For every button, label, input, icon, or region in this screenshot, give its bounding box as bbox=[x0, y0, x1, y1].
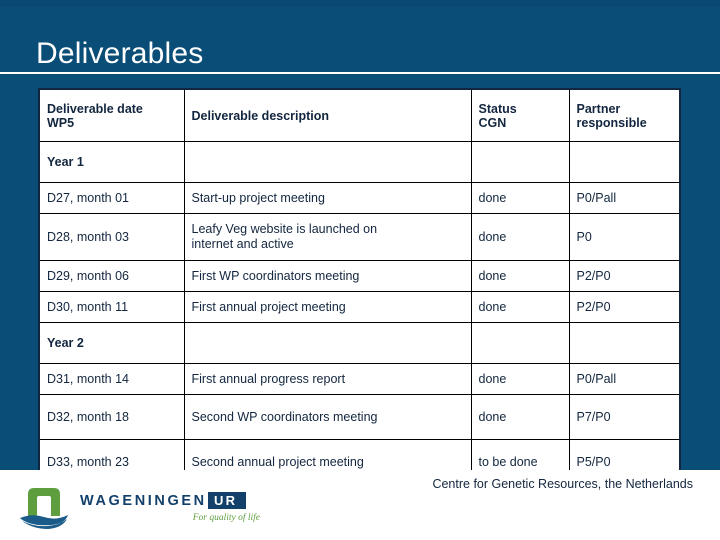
column-header-partner-line2: responsible bbox=[576, 115, 647, 130]
section-empty-status-year-1 bbox=[470, 141, 570, 183]
wordmark-ur-badge: UR bbox=[208, 492, 247, 509]
cell-status: done bbox=[470, 182, 570, 214]
cell-status: done bbox=[470, 291, 570, 323]
cell-description: Leafy Veg website is launched on interne… bbox=[183, 213, 472, 261]
column-header-status-line2: CGN bbox=[478, 115, 507, 130]
section-empty-partner-year-1 bbox=[568, 141, 681, 183]
column-header-date-line2: WP5 bbox=[47, 115, 75, 130]
cell-description: First annual progress report bbox=[183, 363, 472, 395]
section-empty-description-year-1 bbox=[183, 141, 472, 183]
title-divider-rule bbox=[0, 72, 720, 74]
table-header-row: Deliverable date WP5 Deliverable descrip… bbox=[38, 88, 681, 142]
cell-partner: P0 bbox=[568, 213, 681, 261]
column-header-date: Deliverable date WP5 bbox=[38, 88, 185, 142]
section-label-year-1: Year 1 bbox=[38, 141, 185, 183]
cell-partner: P2/P0 bbox=[568, 291, 681, 323]
column-header-status: Status CGN bbox=[470, 88, 570, 142]
cell-date: D27, month 01 bbox=[38, 182, 185, 214]
section-empty-status-year-2 bbox=[470, 322, 570, 364]
section-header-row-year-1: Year 1 bbox=[38, 141, 681, 183]
column-header-status-line1: Status bbox=[478, 101, 517, 116]
table-row: D30, month 11 First annual project meeti… bbox=[38, 291, 681, 323]
cell-partner: P2/P0 bbox=[568, 260, 681, 292]
cell-partner: P0/Pall bbox=[568, 182, 681, 214]
cell-partner: P7/P0 bbox=[568, 394, 681, 440]
wageningen-wordmark: WAGENINGEN UR For quality of life bbox=[80, 492, 262, 525]
footer-organisation-text: Centre for Genetic Resources, the Nether… bbox=[432, 477, 693, 491]
cell-date: D32, month 18 bbox=[38, 394, 185, 440]
cell-date: D28, month 03 bbox=[38, 213, 185, 261]
column-header-date-line1: Deliverable date bbox=[47, 101, 143, 116]
section-header-row-year-2: Year 2 bbox=[38, 322, 681, 364]
cell-date: D31, month 14 bbox=[38, 363, 185, 395]
cell-date: D30, month 11 bbox=[38, 291, 185, 323]
table-row: D29, month 06 First WP coordinators meet… bbox=[38, 260, 681, 292]
column-header-partner-line1: Partner bbox=[576, 101, 621, 116]
section-empty-description-year-2 bbox=[183, 322, 472, 364]
logo-tagline: For quality of life bbox=[192, 513, 260, 523]
section-empty-partner-year-2 bbox=[568, 322, 681, 364]
cell-description: First WP coordinators meeting bbox=[183, 260, 472, 292]
table-row: D32, month 18 Second WP coordinators mee… bbox=[38, 394, 681, 440]
cell-date: D29, month 06 bbox=[38, 260, 185, 292]
wordmark-wageningen: WAGENINGEN bbox=[80, 493, 207, 509]
table-row: D28, month 03 Leafy Veg website is launc… bbox=[38, 213, 681, 261]
cell-status: done bbox=[470, 260, 570, 292]
column-header-partner: Partner responsible bbox=[568, 88, 681, 142]
deliverables-table: Deliverable date WP5 Deliverable descrip… bbox=[38, 88, 681, 486]
column-header-description: Deliverable description bbox=[183, 88, 472, 142]
cell-description: Start-up project meeting bbox=[183, 182, 472, 214]
cell-status: done bbox=[470, 363, 570, 395]
cell-partner: P0/Pall bbox=[568, 363, 681, 395]
cell-status: done bbox=[470, 213, 570, 261]
section-label-year-2: Year 2 bbox=[38, 322, 185, 364]
deliverables-table-container: Deliverable date WP5 Deliverable descrip… bbox=[38, 88, 681, 486]
wageningen-logo-mark-icon bbox=[20, 488, 68, 529]
wageningen-ur-logo: WAGENINGEN UR For quality of life bbox=[18, 482, 263, 532]
slide: Deliverables Deliverable date WP5 Delive… bbox=[0, 0, 720, 540]
table-row: D31, month 14 First annual progress repo… bbox=[38, 363, 681, 395]
cell-description-line2: internet and active bbox=[191, 237, 294, 251]
top-accent-strip bbox=[0, 0, 720, 7]
cell-description-line1: Leafy Veg website is launched on bbox=[191, 222, 378, 236]
cell-status: done bbox=[470, 394, 570, 440]
table-row: D27, month 01 Start-up project meeting d… bbox=[38, 182, 681, 214]
page-title: Deliverables bbox=[36, 37, 204, 70]
cell-description: Second WP coordinators meeting bbox=[183, 394, 472, 440]
cell-description: First annual project meeting bbox=[183, 291, 472, 323]
